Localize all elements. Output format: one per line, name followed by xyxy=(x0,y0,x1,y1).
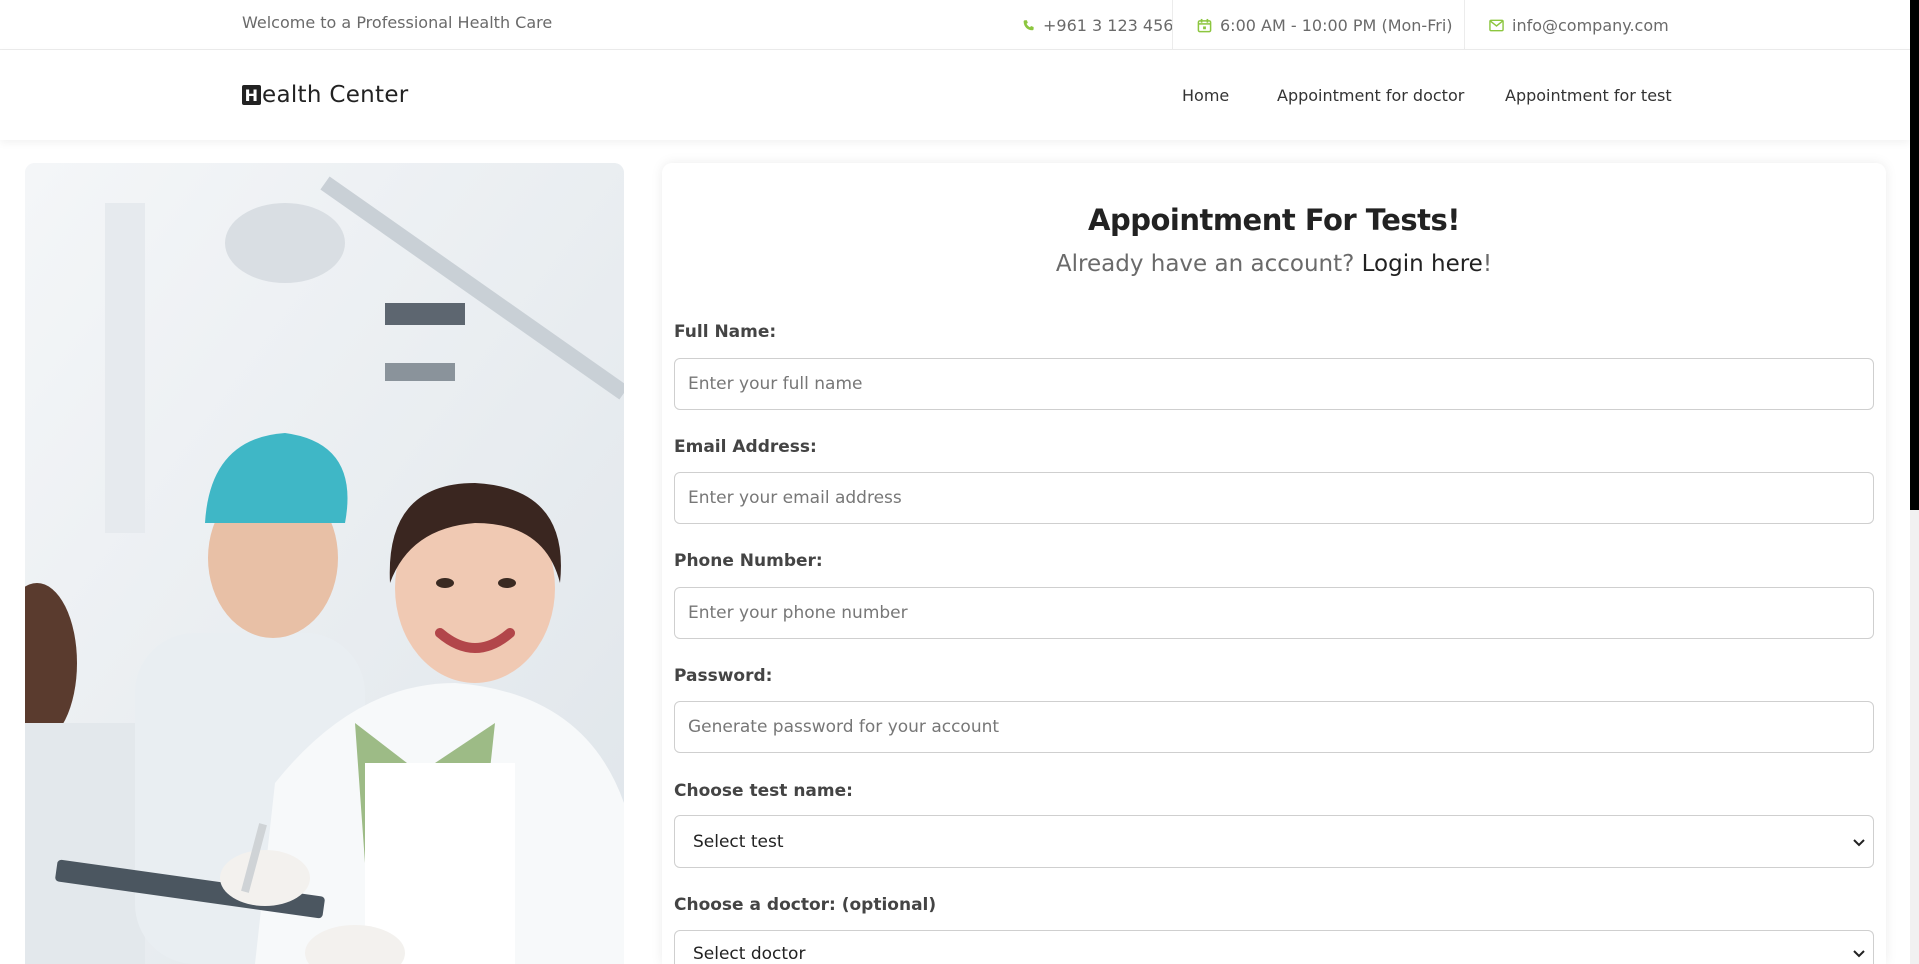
phone-number: +961 3 123 456 xyxy=(1043,15,1174,35)
site-header: Health Center Home Appointment for docto… xyxy=(0,50,1910,140)
doctor-select-value: Select doctor xyxy=(693,944,806,964)
nav-appointment-doctor[interactable]: Appointment for doctor xyxy=(1277,50,1464,140)
welcome-text: Welcome to a Professional Health Care xyxy=(242,13,553,32)
doctor-select[interactable]: Select doctor xyxy=(674,930,1874,964)
envelope-icon xyxy=(1489,19,1504,32)
chevron-down-icon xyxy=(1851,834,1867,850)
nav-link-appointment-doctor[interactable]: Appointment for doctor xyxy=(1277,86,1464,105)
login-link[interactable]: Login here xyxy=(1362,251,1483,277)
phone-input[interactable] xyxy=(674,587,1874,639)
form-title: Appointment For Tests! xyxy=(1088,203,1461,237)
hours-info: 6:00 AM - 10:00 PM (Mon-Fri) xyxy=(1197,0,1453,50)
email-input[interactable] xyxy=(674,472,1874,524)
nav-home[interactable]: Home xyxy=(1182,50,1229,140)
email-info[interactable]: info@company.com xyxy=(1489,0,1669,50)
divider xyxy=(1464,0,1465,50)
password-label: Password: xyxy=(674,666,773,686)
test-label: Choose test name: xyxy=(674,781,853,801)
form-subtitle: Already have an account? Login here! xyxy=(662,251,1886,277)
full-name-label: Full Name: xyxy=(674,322,777,342)
password-input[interactable] xyxy=(674,701,1874,753)
logo-text: ealth Center xyxy=(262,82,409,108)
phone-icon xyxy=(1022,19,1035,32)
email-label: Email Address: xyxy=(674,437,817,457)
subtitle-text: Already have an account? xyxy=(1055,251,1362,277)
doctor-label: Choose a doctor: (optional) xyxy=(674,895,937,915)
calendar-icon xyxy=(1197,18,1212,33)
nav-link-appointment-test[interactable]: Appointment for test xyxy=(1505,86,1672,105)
doctor-photo xyxy=(25,163,624,964)
logo-initial: H xyxy=(242,85,261,105)
top-info-bar: Welcome to a Professional Health Care +9… xyxy=(0,0,1910,50)
subtitle-suffix: ! xyxy=(1482,251,1493,277)
nav-appointment-test[interactable]: Appointment for test xyxy=(1505,50,1672,140)
email-address: info@company.com xyxy=(1512,15,1669,35)
chevron-down-icon xyxy=(1851,945,1867,961)
divider xyxy=(1172,0,1173,50)
opening-hours: 6:00 AM - 10:00 PM (Mon-Fri) xyxy=(1220,15,1453,35)
phone-label: Phone Number: xyxy=(674,551,823,571)
test-select[interactable]: Select test xyxy=(674,815,1874,868)
phone-info[interactable]: +961 3 123 456 xyxy=(1022,0,1173,50)
site-logo[interactable]: Health Center xyxy=(242,50,409,140)
nav-link-home[interactable]: Home xyxy=(1182,86,1229,105)
appointment-form-card: Appointment For Tests! Already have an a… xyxy=(662,163,1886,964)
scrollbar-thumb[interactable] xyxy=(1910,0,1919,510)
full-name-input[interactable] xyxy=(674,358,1874,410)
test-select-value: Select test xyxy=(693,831,784,852)
